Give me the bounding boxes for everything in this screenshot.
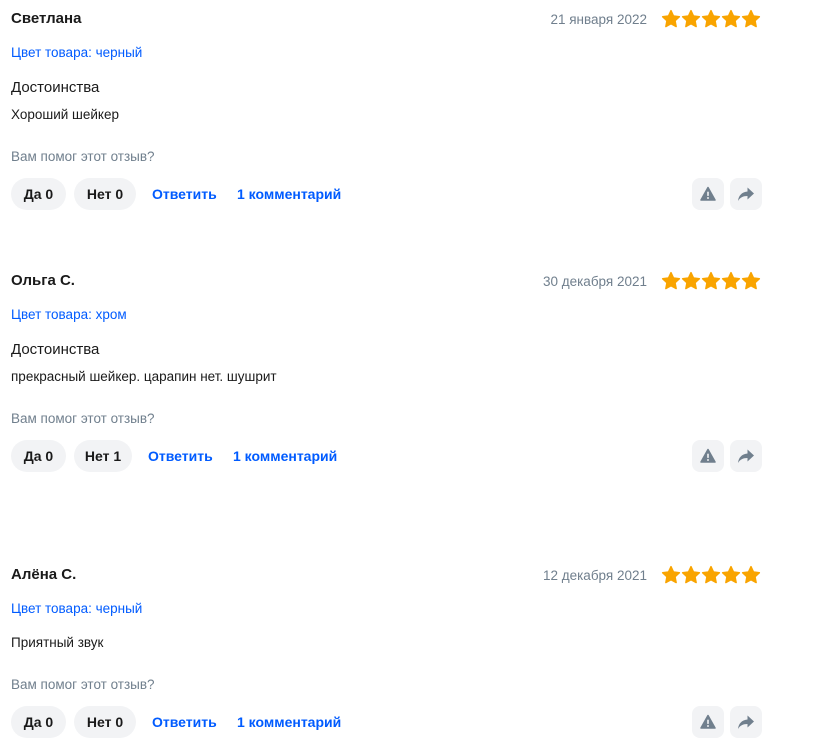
star-icon bbox=[741, 9, 761, 29]
vote-no-button[interactable]: Нет 0 bbox=[74, 706, 136, 738]
star-icon bbox=[661, 271, 681, 291]
helpful-prompt: Вам помог этот отзыв? bbox=[11, 411, 155, 426]
warning-icon bbox=[700, 186, 716, 202]
rating-stars bbox=[661, 271, 761, 291]
review-card: Светлана 21 января 2022 Цвет товара: чер… bbox=[0, 9, 831, 214]
reply-link[interactable]: Ответить bbox=[152, 178, 217, 210]
vote-yes-button[interactable]: Да 0 bbox=[11, 178, 66, 210]
star-icon bbox=[721, 271, 741, 291]
star-icon bbox=[701, 9, 721, 29]
review-actions: Да 0 Нет 1 Ответить 1 комментарий bbox=[11, 440, 762, 472]
review-date: 30 декабря 2021 bbox=[542, 274, 647, 289]
share-button[interactable] bbox=[730, 706, 762, 738]
star-icon bbox=[741, 565, 761, 585]
review-header: Светлана 21 января 2022 bbox=[11, 9, 761, 33]
star-icon bbox=[681, 9, 701, 29]
helpful-prompt: Вам помог этот отзыв? bbox=[11, 149, 155, 164]
review-actions: Да 0 Нет 0 Ответить 1 комментарий bbox=[11, 178, 762, 210]
vote-no-button[interactable]: Нет 0 bbox=[74, 178, 136, 210]
share-icon bbox=[737, 186, 755, 202]
review-text: Приятный звук bbox=[11, 635, 104, 650]
star-icon bbox=[741, 271, 761, 291]
comments-link[interactable]: 1 комментарий bbox=[237, 178, 341, 210]
vote-yes-button[interactable]: Да 0 bbox=[11, 706, 66, 738]
share-icon bbox=[737, 714, 755, 730]
review-text: Хороший шейкер bbox=[11, 107, 119, 122]
share-button[interactable] bbox=[730, 440, 762, 472]
review-header: Ольга С. 30 декабря 2021 bbox=[11, 271, 761, 295]
section-title-pros: Достоинства bbox=[11, 79, 100, 96]
review-header: Алёна С. 12 декабря 2021 bbox=[11, 565, 761, 589]
report-button[interactable] bbox=[692, 178, 724, 210]
section-title-pros: Достоинства bbox=[11, 341, 100, 358]
vote-no-button[interactable]: Нет 1 bbox=[74, 440, 132, 472]
rating-stars bbox=[661, 9, 761, 29]
report-button[interactable] bbox=[692, 440, 724, 472]
warning-icon bbox=[700, 448, 716, 464]
report-button[interactable] bbox=[692, 706, 724, 738]
review-author: Светлана bbox=[11, 10, 82, 27]
vote-yes-button[interactable]: Да 0 bbox=[11, 440, 66, 472]
reply-link[interactable]: Ответить bbox=[152, 706, 217, 738]
star-icon bbox=[721, 565, 741, 585]
warning-icon bbox=[700, 714, 716, 730]
review-date: 21 января 2022 bbox=[550, 12, 647, 27]
review-text: прекрасный шейкер. царапин нет. шушрит bbox=[11, 369, 277, 384]
star-icon bbox=[661, 9, 681, 29]
review-card: Ольга С. 30 декабря 2021 Цвет товара: хр… bbox=[0, 271, 831, 476]
share-button[interactable] bbox=[730, 178, 762, 210]
rating-stars bbox=[661, 565, 761, 585]
comments-link[interactable]: 1 комментарий bbox=[237, 706, 341, 738]
comments-link[interactable]: 1 комментарий bbox=[233, 440, 337, 472]
star-icon bbox=[681, 271, 701, 291]
product-color: Цвет товара: черный bbox=[11, 45, 143, 60]
helpful-prompt: Вам помог этот отзыв? bbox=[11, 677, 155, 692]
review-author: Алёна С. bbox=[11, 566, 77, 583]
review-date: 12 декабря 2021 bbox=[542, 568, 647, 583]
star-icon bbox=[701, 271, 721, 291]
star-icon bbox=[661, 565, 681, 585]
star-icon bbox=[721, 9, 741, 29]
review-card: Алёна С. 12 декабря 2021 Цвет товара: че… bbox=[0, 565, 831, 743]
product-color: Цвет товара: черный bbox=[11, 601, 143, 616]
review-author: Ольга С. bbox=[11, 272, 75, 289]
product-color: Цвет товара: хром bbox=[11, 307, 127, 322]
reply-link[interactable]: Ответить bbox=[148, 440, 213, 472]
star-icon bbox=[701, 565, 721, 585]
share-icon bbox=[737, 448, 755, 464]
star-icon bbox=[681, 565, 701, 585]
review-actions: Да 0 Нет 0 Ответить 1 комментарий bbox=[11, 706, 762, 738]
